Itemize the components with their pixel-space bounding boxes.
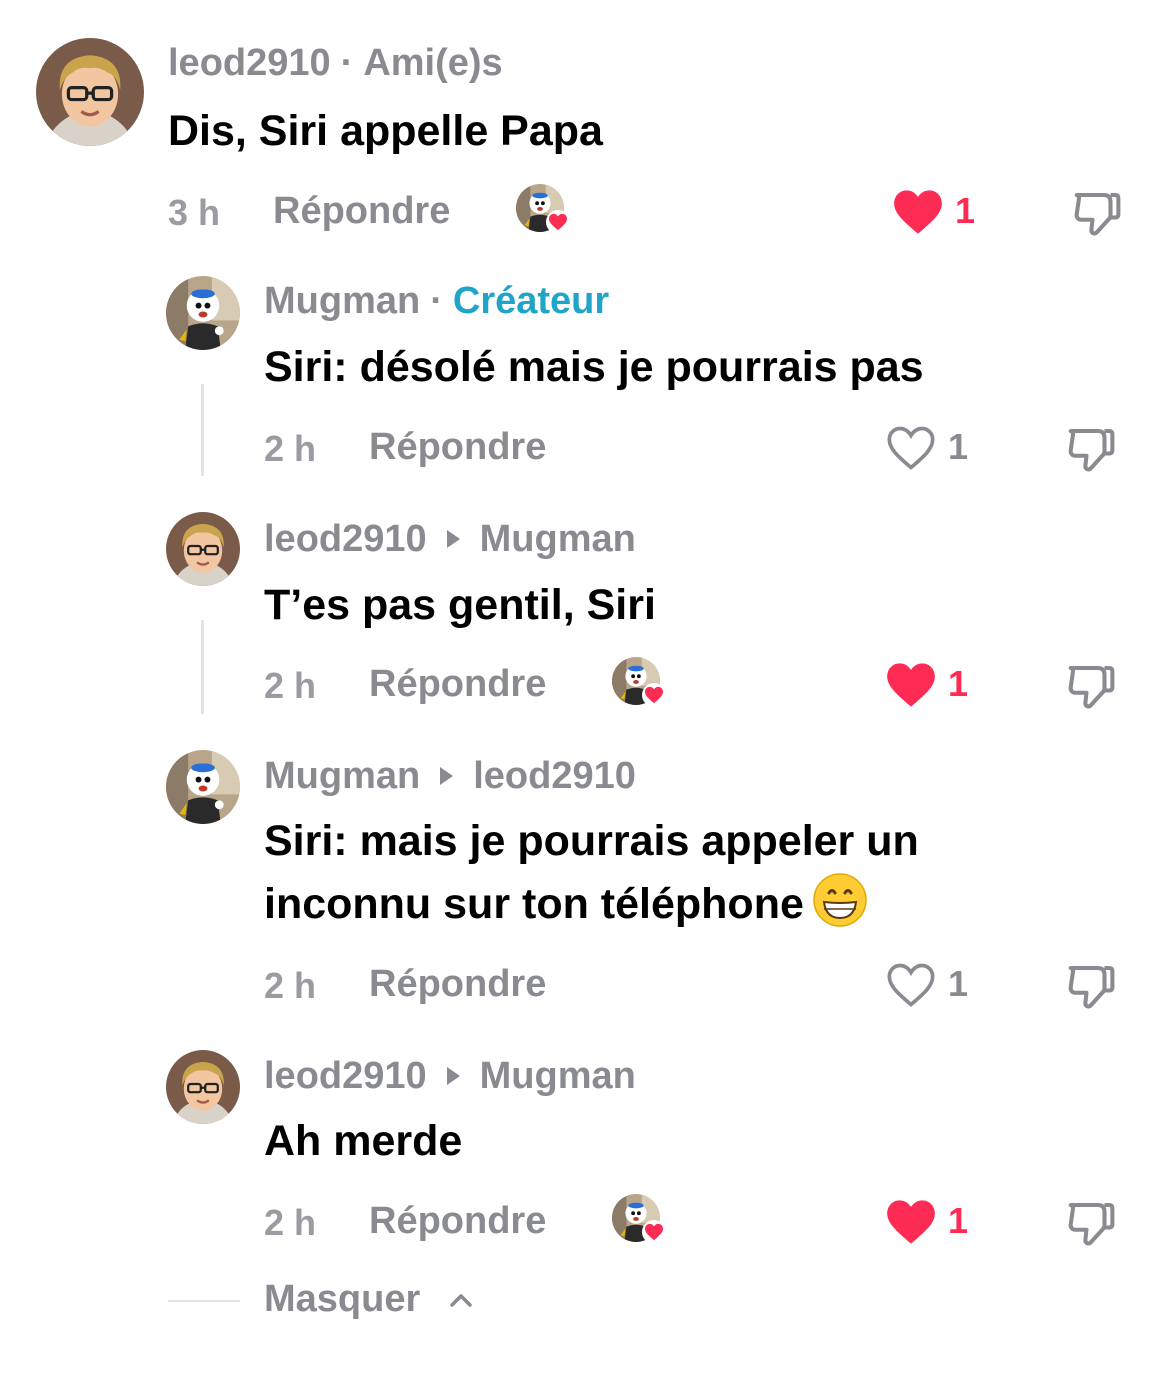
avatar[interactable] (166, 750, 240, 824)
comment-actions: 2 h Répondre 1 (0, 422, 1170, 478)
comment-text: Ah merde (264, 1117, 463, 1165)
avatar[interactable] (166, 276, 240, 350)
heart-outline-icon[interactable] (885, 424, 937, 472)
reply-button[interactable]: Répondre (369, 426, 546, 469)
username[interactable]: Mugman (264, 280, 420, 323)
dislike-icon[interactable] (1064, 422, 1118, 476)
username[interactable]: leod2910 (264, 1055, 427, 1098)
dislike-icon[interactable] (1064, 1196, 1118, 1250)
comment-text: Dis, Siri appelle Papa (168, 107, 603, 155)
comment-header: leod2910 · Ami(e)s (168, 41, 503, 85)
timestamp: 2 h (264, 965, 317, 1006)
friend-tag: Ami(e)s (363, 41, 503, 84)
reply-arrow-icon (440, 767, 454, 785)
timestamp: 3 h (168, 192, 221, 233)
like-count: 1 (948, 963, 969, 1004)
avatar[interactable] (36, 38, 144, 146)
like-count: 1 (948, 1200, 969, 1241)
avatar[interactable] (166, 1050, 240, 1124)
comment-text: Siri: désolé mais je pourrais pas (264, 343, 924, 391)
like-count: 1 (948, 663, 969, 704)
heart-icon[interactable] (892, 188, 944, 236)
comment-header: Mugman · Créateur (264, 279, 610, 323)
comment-text: T’es pas gentil, Siri (264, 581, 656, 629)
reply-button[interactable]: Répondre (369, 963, 546, 1006)
heart-outline-icon[interactable] (885, 961, 937, 1009)
avatar[interactable] (166, 512, 240, 586)
creator-liked-icon (612, 657, 668, 713)
dislike-icon[interactable] (1070, 186, 1124, 240)
chevron-up-icon (446, 1286, 476, 1316)
reply-arrow-icon (446, 1067, 460, 1085)
username[interactable]: leod2910 (264, 518, 427, 561)
creator-liked-icon (516, 184, 572, 240)
timestamp: 2 h (264, 665, 317, 706)
divider (168, 1300, 240, 1302)
reply-to-username[interactable]: Mugman (480, 1055, 636, 1098)
comment-actions: 3 h Répondre 1 (0, 184, 1170, 242)
timestamp: 2 h (264, 1202, 317, 1243)
comment-actions: 2 h Répondre 1 (0, 1194, 1170, 1252)
comment-actions: 2 h Répondre 1 (0, 959, 1170, 1015)
like-count: 1 (948, 426, 969, 467)
username[interactable]: leod2910 (168, 42, 331, 85)
grinning-face-emoji (812, 872, 868, 928)
comment-header: leod2910 Mugman (264, 514, 636, 564)
dislike-icon[interactable] (1064, 659, 1118, 713)
reply-arrow-icon (446, 530, 460, 548)
timestamp: 2 h (264, 428, 317, 469)
reply-button[interactable]: Répondre (369, 663, 546, 706)
comment-header: leod2910 Mugman (264, 1051, 636, 1101)
heart-icon[interactable] (885, 1198, 937, 1246)
heart-icon[interactable] (885, 661, 937, 709)
reply-button[interactable]: Répondre (369, 1200, 546, 1243)
like-count: 1 (955, 190, 976, 231)
comment-text: Siri: mais je pourrais appeler un inconn… (264, 817, 919, 928)
comment-actions: 2 h Répondre 1 (0, 657, 1170, 715)
dislike-icon[interactable] (1064, 959, 1118, 1013)
reply-button[interactable]: Répondre (273, 190, 450, 233)
reply-to-username[interactable]: Mugman (480, 518, 636, 561)
reply-to-username[interactable]: leod2910 (473, 755, 636, 798)
hide-replies-label: Masquer (264, 1278, 421, 1320)
comment-header: Mugman leod2910 (264, 751, 636, 801)
hide-replies-button[interactable]: Masquer (0, 1276, 600, 1326)
creator-tag: Créateur (452, 279, 610, 322)
creator-liked-icon (612, 1194, 668, 1250)
username[interactable]: Mugman (264, 755, 420, 798)
